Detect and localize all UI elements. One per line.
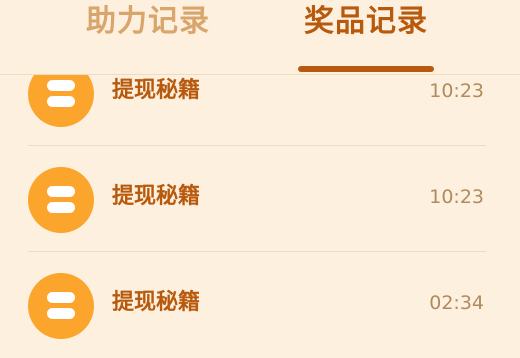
record-time: 10:23 <box>429 186 484 208</box>
record-title: 提现秘籍 <box>112 78 201 103</box>
tab-help-record-label: 助力记录 <box>86 4 210 39</box>
tab-prize-record-label: 奖品记录 <box>304 4 428 39</box>
list-item[interactable]: 提现秘籍 10:23 <box>0 146 520 252</box>
tab-prize-record[interactable]: 奖品记录 <box>286 0 446 76</box>
header-divider <box>0 74 520 75</box>
record-time: 02:34 <box>429 292 484 314</box>
active-tab-indicator <box>298 66 434 72</box>
list-item[interactable]: 提现秘籍 02:34 <box>0 252 520 358</box>
tab-bar: 助力记录 奖品记录 <box>0 0 520 76</box>
tab-help-record[interactable]: 助力记录 <box>68 0 228 76</box>
coin-stack-icon <box>28 167 94 233</box>
record-title: 提现秘籍 <box>112 184 201 209</box>
record-title: 提现秘籍 <box>112 290 201 315</box>
coin-stack-icon <box>28 273 94 339</box>
record-time: 10:23 <box>429 80 484 102</box>
